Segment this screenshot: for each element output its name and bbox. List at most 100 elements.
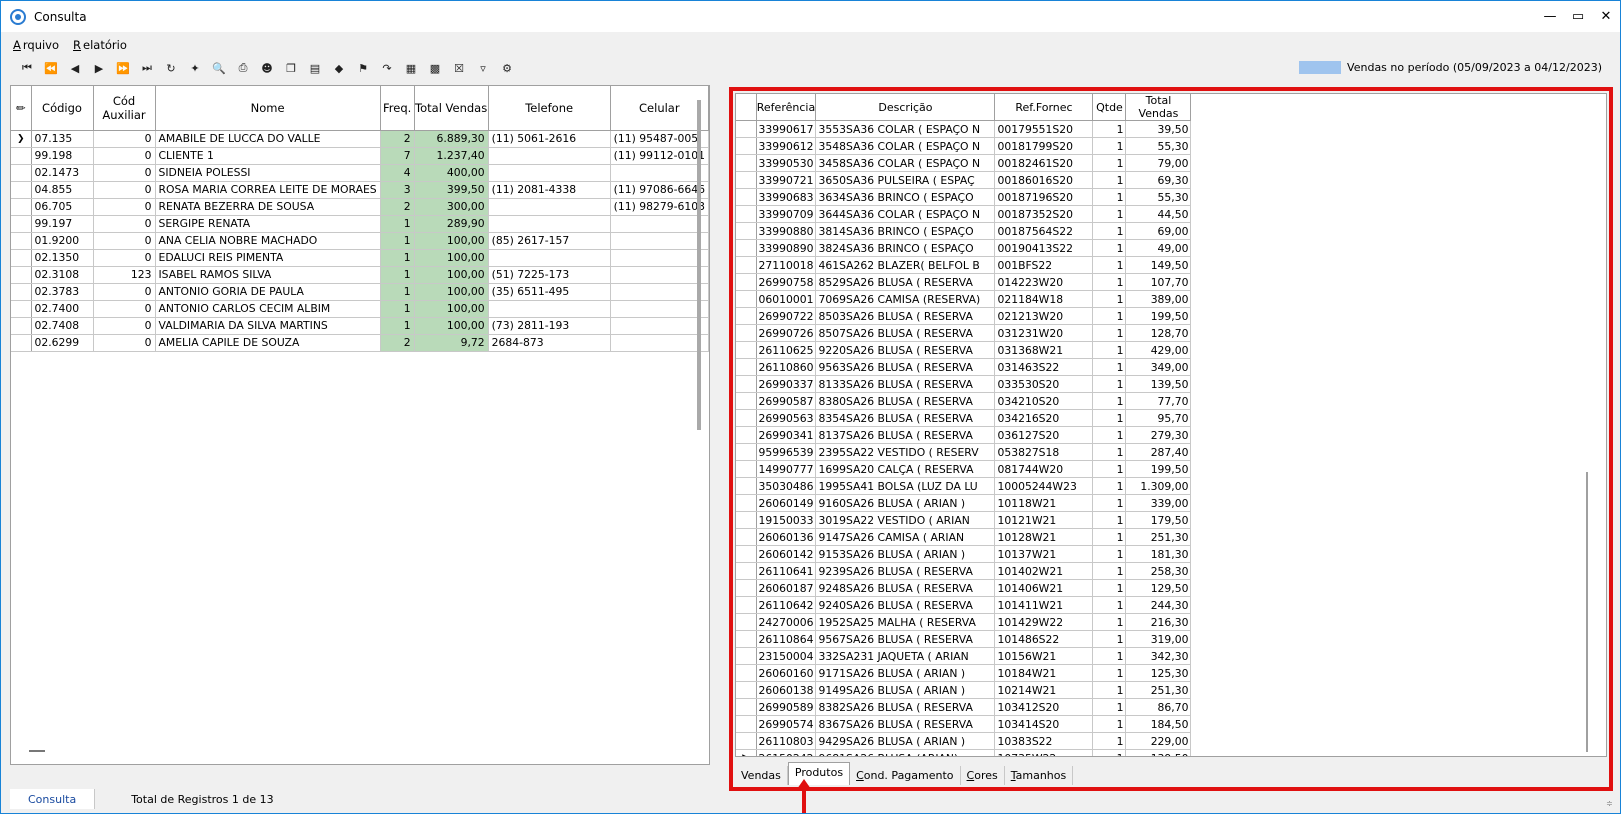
table-cell[interactable]: 1 — [1092, 477, 1127, 495]
table-cell[interactable]: VALDIMARIA DA SILVA MARTINS — [155, 317, 381, 335]
row-indicator[interactable] — [736, 562, 757, 580]
row-indicator[interactable] — [736, 188, 757, 206]
table-cell[interactable]: 2684-873 — [488, 334, 611, 352]
table-row[interactable]: 35030486 1995SA41 BOLSA (LUZ DA LU 1000524… — [736, 477, 1192, 495]
table-cell[interactable]: 9,72 — [414, 334, 489, 352]
table-cell[interactable]: SIDNEIA POLESSI — [155, 164, 381, 182]
grid-indicator-header[interactable] — [736, 94, 757, 121]
table-cell[interactable]: 00186016S20 — [994, 171, 1094, 189]
table-cell[interactable]: 9429SA26 BLUSA ( ARIAN ) — [815, 732, 996, 750]
table-cell[interactable]: ROSA MARIA CORREA LEITE DE MORAES — [155, 181, 381, 199]
table-cell[interactable]: 24270006 — [756, 613, 817, 631]
table-cell[interactable]: 1 — [1092, 596, 1127, 614]
right-scrollbar[interactable] — [1586, 472, 1588, 752]
table-cell[interactable]: 6.889,30 — [414, 130, 489, 148]
table-cell[interactable]: 02.3783 — [31, 283, 94, 301]
table-cell[interactable]: 1 — [1092, 715, 1127, 733]
table-cell[interactable] — [488, 249, 611, 267]
table-cell[interactable]: 99.197 — [31, 215, 94, 233]
table-cell[interactable]: 1 — [1092, 256, 1127, 274]
table-cell[interactable]: 9147SA26 CAMISA ( ARIAN — [815, 528, 996, 546]
table-cell[interactable]: (73) 2811-193 — [488, 317, 611, 335]
table-cell[interactable]: 103414S20 — [994, 715, 1094, 733]
table-cell[interactable]: 1 — [1092, 154, 1127, 172]
table-cell[interactable]: 8380SA26 BLUSA ( RESERVA — [815, 392, 996, 410]
row-indicator[interactable] — [11, 249, 32, 267]
row-indicator[interactable] — [11, 198, 32, 216]
table-cell[interactable]: 1 — [1092, 307, 1127, 325]
table-cell[interactable]: 69,00 — [1125, 222, 1192, 240]
table-cell[interactable]: 39,50 — [1125, 120, 1192, 138]
table-cell[interactable]: 26990587 — [756, 392, 817, 410]
table-cell[interactable]: 399,50 — [414, 181, 489, 199]
maximize-button[interactable]: ▭ — [1564, 1, 1592, 32]
table-row[interactable]: 26990758 8529SA26 BLUSA ( RESERVA 014223W2… — [736, 273, 1192, 291]
user-icon[interactable]: ☻ — [255, 57, 279, 79]
table-cell[interactable]: 128,70 — [1125, 324, 1192, 342]
table-cell[interactable]: 1 — [1092, 358, 1127, 376]
table-cell[interactable]: 1 — [1092, 324, 1127, 342]
table-row[interactable]: 02.3108 123 ISABEL RAMOS SILVA 1 100,00 (51) … — [11, 266, 709, 284]
table-cell[interactable]: 0 — [93, 300, 156, 318]
row-indicator[interactable] — [736, 358, 757, 376]
row-indicator[interactable] — [736, 154, 757, 172]
table-cell[interactable]: 1 — [1092, 613, 1127, 631]
table-cell[interactable]: 1 — [1092, 443, 1127, 461]
table-cell[interactable]: 9160SA26 BLUSA ( ARIAN ) — [815, 494, 996, 512]
col-header-total-vendas[interactable]: Total Vendas — [414, 86, 489, 131]
table-cell[interactable]: 1995SA41 BOLSA (LUZ DA LU — [815, 477, 996, 495]
table-cell[interactable]: 33990683 — [756, 188, 817, 206]
table-cell[interactable]: 244,30 — [1125, 596, 1192, 614]
col-header-codigo[interactable]: Código — [31, 86, 94, 131]
table-cell[interactable]: 349,00 — [1125, 358, 1192, 376]
row-indicator[interactable] — [736, 460, 757, 478]
table-row[interactable]: 33990530 3458SA36 COLAR ( ESPAÇO N 0018246… — [736, 154, 1192, 172]
row-indicator[interactable] — [11, 317, 32, 335]
row-indicator[interactable] — [736, 596, 757, 614]
table-row[interactable]: 02.3783 0 ANTONIO GORIA DE PAULA 1 100,00 (35… — [11, 283, 709, 301]
table-cell[interactable]: 0 — [93, 283, 156, 301]
table-cell[interactable]: ANTONIO GORIA DE PAULA — [155, 283, 381, 301]
table-cell[interactable]: 199,50 — [1125, 307, 1192, 325]
table-cell[interactable]: 26110864 — [756, 630, 817, 648]
table-row[interactable]: 26110641 9239SA26 BLUSA ( RESERVA 101402W2… — [736, 562, 1192, 580]
table-cell[interactable]: (11) 2081-4338 — [488, 181, 611, 199]
row-indicator[interactable] — [11, 300, 32, 318]
table-cell[interactable]: 1 — [1092, 341, 1127, 359]
table-row[interactable]: 26110625 9220SA26 BLUSA ( RESERVA 031368W2… — [736, 341, 1192, 359]
close-button[interactable]: ✕ — [1592, 1, 1620, 32]
prev-icon[interactable]: ◀ — [63, 57, 87, 79]
table-cell[interactable]: 1 — [380, 283, 415, 301]
table-cell[interactable]: 216,30 — [1125, 613, 1192, 631]
table-cell[interactable]: 1 — [1092, 426, 1127, 444]
table-cell[interactable] — [488, 198, 611, 216]
first-icon[interactable]: ⏮ — [15, 57, 39, 79]
table-cell[interactable]: 49,00 — [1125, 239, 1192, 257]
table-cell[interactable]: 332SA231 JAQUETA ( ARIAN — [815, 647, 996, 665]
table-cell[interactable]: 04.855 — [31, 181, 94, 199]
table-cell[interactable]: 26990574 — [756, 715, 817, 733]
table-cell[interactable]: 10137W21 — [994, 545, 1094, 563]
table-cell[interactable]: 95,70 — [1125, 409, 1192, 427]
table-cell[interactable]: 8382SA26 BLUSA ( RESERVA — [815, 698, 996, 716]
row-indicator[interactable] — [736, 426, 757, 444]
table-cell[interactable]: 0 — [93, 147, 156, 165]
bookmark-icon[interactable]: ⚑ — [351, 57, 375, 79]
table-cell[interactable]: 1 — [1092, 494, 1127, 512]
table-cell[interactable]: 9171SA26 BLUSA ( ARIAN ) — [815, 664, 996, 682]
table-cell[interactable] — [610, 317, 709, 335]
table-cell[interactable]: 1 — [380, 300, 415, 318]
table-cell[interactable]: 251,30 — [1125, 681, 1192, 699]
table-cell[interactable] — [488, 147, 611, 165]
table-cell[interactable]: 26060136 — [756, 528, 817, 546]
table-row[interactable]: 33990617 3553SA36 COLAR ( ESPAÇO N 0017955… — [736, 120, 1192, 138]
table-row[interactable]: 23150004 332SA231 JAQUETA ( ARIAN 10156W21… — [736, 647, 1192, 665]
table-cell[interactable]: (11) 97086-6646 — [610, 181, 709, 199]
table-cell[interactable]: 1 — [1092, 681, 1127, 699]
table-cell[interactable]: ISABEL RAMOS SILVA — [155, 266, 381, 284]
row-indicator[interactable] — [736, 205, 757, 223]
table-row[interactable]: 26990726 8507SA26 BLUSA ( RESERVA 031231W2… — [736, 324, 1192, 342]
table-cell[interactable]: 1 — [1092, 171, 1127, 189]
table-cell[interactable]: 19150033 — [756, 511, 817, 529]
table-cell[interactable]: 10735W22 — [994, 749, 1094, 756]
